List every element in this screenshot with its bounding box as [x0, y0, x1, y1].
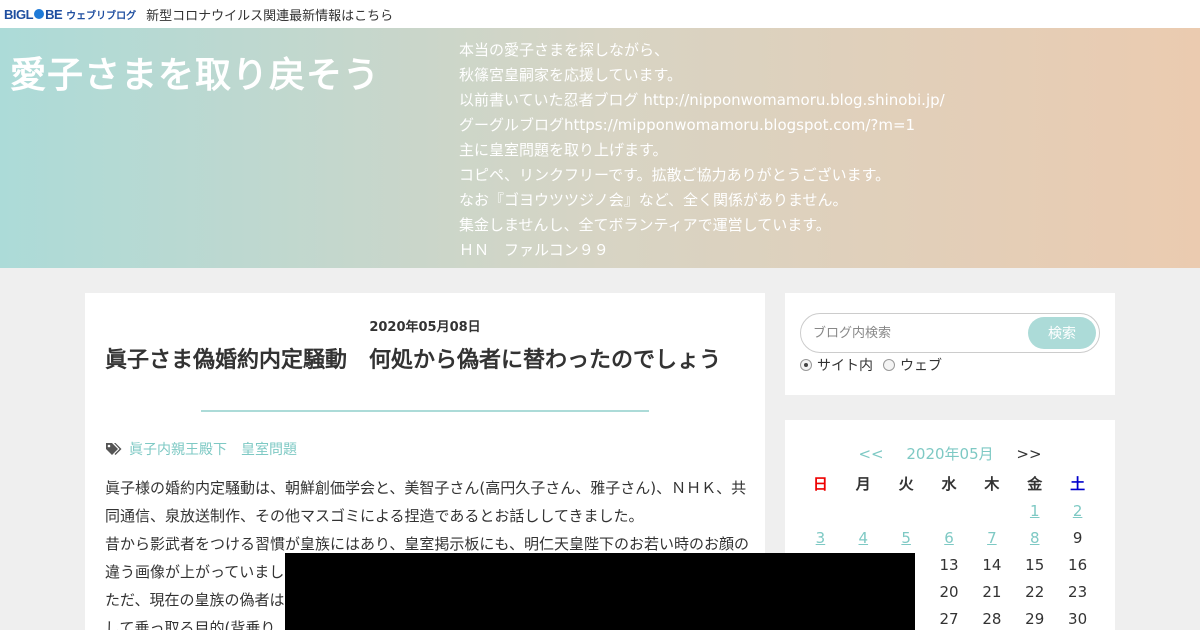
week-row: 1 2: [799, 497, 1099, 524]
weekday-tue: 火: [898, 475, 914, 493]
logo-globe-icon: [34, 8, 45, 19]
calendar-day: 14: [982, 555, 1002, 574]
description-line: 以前書いていた忍者ブログ http://nipponwomamoru.blog.…: [459, 91, 945, 109]
tags-icon: [106, 443, 122, 455]
logo-subtitle: ウェブリブログ: [66, 10, 137, 22]
description-line: グーグルブログhttps://mipponwomamoru.blogspot.c…: [459, 116, 916, 134]
title-divider: [201, 410, 649, 412]
site-description: 本当の愛子さまを探しながら、 秋篠宮皇嗣家を応援しています。 以前書いていた忍者…: [459, 38, 945, 263]
logo-text: BIGL BE: [4, 6, 63, 22]
calendar-day-link[interactable]: 3: [799, 529, 842, 547]
site-radio[interactable]: [800, 359, 812, 371]
post-date: 2020年05月08日: [369, 320, 481, 335]
calendar-day-link[interactable]: 8: [1013, 529, 1056, 547]
calendar-day-link[interactable]: 2: [1056, 502, 1099, 520]
calendar-day: 22: [1025, 582, 1045, 601]
calendar-day-link[interactable]: 1: [1013, 502, 1056, 520]
description-line: 集金しませんし、全てボランティアで運営しています。: [459, 216, 831, 234]
black-overlay: [285, 553, 915, 630]
site-radio-label[interactable]: サイト内: [817, 355, 873, 375]
body-paragraph: 眞子様の婚約内定騒動は、朝鮮創価学会と、美智子さん(高円久子さん、雅子さん)、Ｎ…: [105, 479, 747, 525]
weekday-fri: 金: [1027, 475, 1043, 493]
blog-header: 愛子さまを取り戻そう 本当の愛子さまを探しながら、 秋篠宮皇嗣家を応援しています…: [0, 28, 1200, 268]
calendar-day: 13: [939, 555, 959, 574]
calendar-day: 30: [1068, 609, 1088, 628]
prev-month-link[interactable]: <<: [858, 445, 883, 463]
weekday-thu: 木: [984, 475, 1000, 493]
search-button[interactable]: 検索: [1028, 317, 1096, 349]
description-line: 本当の愛子さまを探しながら、: [459, 41, 670, 59]
calendar-day: 23: [1068, 582, 1088, 601]
current-month-link[interactable]: 2020年05月: [906, 445, 993, 463]
calendar-day: 28: [982, 609, 1002, 628]
search-widget: 検索 サイト内 ウェブ: [785, 293, 1115, 395]
week-row: 3 4 5 6 7 8 9: [799, 524, 1099, 551]
weekday-mon: 月: [855, 475, 871, 493]
weekday-sat: 土: [1070, 475, 1086, 493]
calendar-day: 20: [939, 582, 959, 601]
description-line: ＨＮ ファルコン９９: [459, 241, 609, 259]
calendar-day-link[interactable]: 4: [842, 529, 885, 547]
web-radio[interactable]: [883, 359, 895, 371]
covid-notice-link[interactable]: 新型コロナウイルス関連最新情報はこちら: [146, 5, 393, 24]
biglobe-logo[interactable]: BIGL BE ウェブリブログ: [4, 7, 136, 22]
top-bar: BIGL BE ウェブリブログ 新型コロナウイルス関連最新情報はこちら: [0, 0, 1200, 28]
calendar-day: 9: [1072, 528, 1083, 547]
post-title[interactable]: 眞子さま偽婚約内定騒動 何処から偽者に替わったのでしょう: [105, 345, 745, 377]
description-line: なお『ゴヨウツツジノ会』など、全く関係がありません。: [459, 191, 848, 209]
search-scope: サイト内 ウェブ: [800, 355, 952, 375]
web-radio-label[interactable]: ウェブ: [900, 355, 942, 375]
weekday-sun: 日: [812, 475, 828, 493]
blog-search-input[interactable]: [813, 323, 1023, 343]
tag-link[interactable]: 皇室問題: [241, 439, 297, 459]
weekday-row: 日 月 火 水 木 金 土: [799, 470, 1099, 497]
search-box: 検索: [800, 313, 1100, 353]
post-tags: 眞子内親王殿下 皇室問題: [105, 439, 297, 459]
weekday-wed: 水: [941, 475, 957, 493]
calendar-day: 29: [1025, 609, 1045, 628]
calendar-day-link[interactable]: 5: [885, 529, 928, 547]
description-line: 主に皇室問題を取り上げます。: [459, 141, 668, 159]
calendar-nav: << 2020年05月 >>: [785, 443, 1115, 464]
next-month-link[interactable]: >>: [1016, 445, 1041, 463]
calendar-day: 21: [982, 582, 1002, 601]
site-title[interactable]: 愛子さまを取り戻そう: [10, 46, 380, 98]
calendar-day: 16: [1068, 555, 1088, 574]
tag-link[interactable]: 眞子内親王殿下: [129, 439, 227, 459]
calendar-day-link[interactable]: 7: [970, 529, 1013, 547]
description-line: コピペ、リンクフリーです。拡散ご協力ありがとうございます。: [459, 166, 891, 184]
description-line: 秋篠宮皇嗣家を応援しています。: [459, 66, 683, 84]
calendar-day-link[interactable]: 6: [928, 529, 971, 547]
calendar-day: 27: [939, 609, 959, 628]
calendar-day: 15: [1025, 555, 1045, 574]
